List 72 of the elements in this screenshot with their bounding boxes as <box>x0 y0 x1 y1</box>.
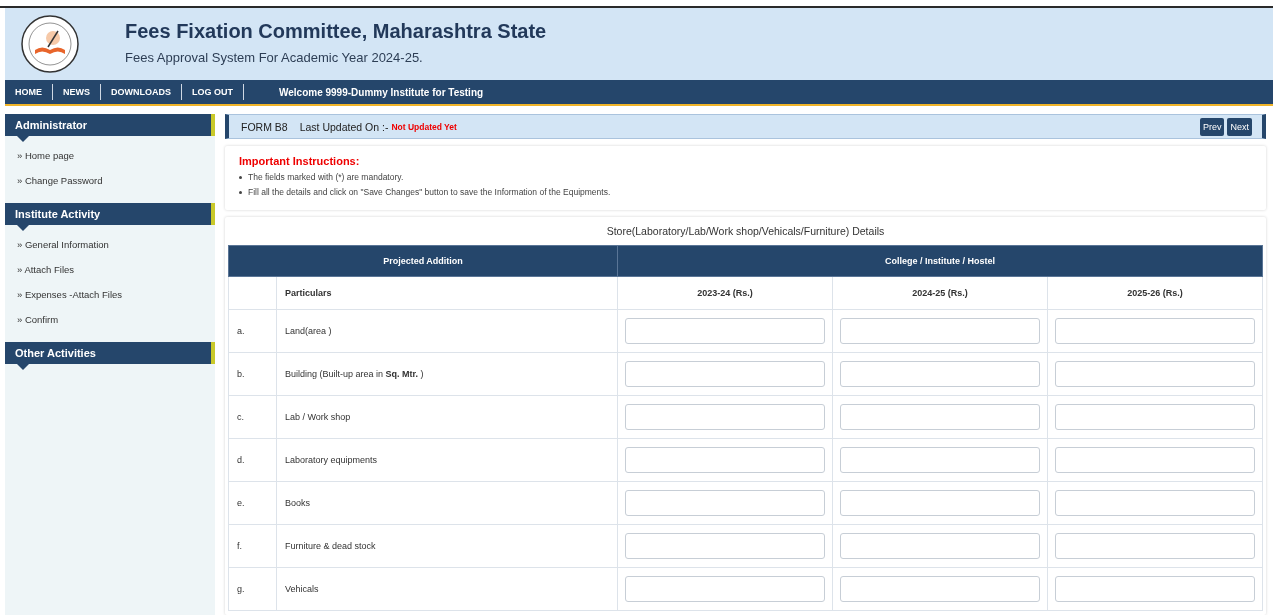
site-title: Fees Fixation Committee, Maharashtra State <box>125 19 547 43</box>
amount-input[interactable] <box>625 318 825 344</box>
table-cell: f. <box>228 524 277 568</box>
amount-input[interactable] <box>625 576 825 602</box>
amount-input[interactable] <box>625 533 825 559</box>
table-cell: Books <box>276 481 618 525</box>
sidebar-link[interactable]: » Home page <box>17 150 75 161</box>
instruction-text: Fill all the details and click on "Save Changes" button to save the Information of the Equipments. <box>248 186 611 199</box>
table-cell: Furniture & dead stock <box>276 524 618 568</box>
nav-link[interactable]: NEWS <box>53 84 101 100</box>
table-title: Store(Laboratory/Lab/Work shop/Vehicals/Furniture) Details <box>606 225 885 237</box>
sidebar-link[interactable]: » General Information <box>17 239 109 250</box>
amount-input[interactable] <box>1055 490 1255 516</box>
amount-input[interactable] <box>840 447 1040 473</box>
amount-input[interactable] <box>1055 447 1255 473</box>
table-cell: Lab / Work shop <box>276 395 618 439</box>
amount-input[interactable] <box>840 404 1040 430</box>
nav-link[interactable]: LOG OUT <box>182 84 244 100</box>
table-cell: d. <box>228 438 277 482</box>
amount-input[interactable] <box>840 576 1040 602</box>
last-updated-label: Last Updated On :- <box>299 120 389 133</box>
amount-input[interactable] <box>840 361 1040 387</box>
sidebar-link[interactable]: » Confirm <box>17 314 59 325</box>
form-code: FORM B8 <box>241 120 288 133</box>
next-button[interactable]: Prev <box>1199 117 1225 136</box>
table-cell: Vehicals <box>276 567 618 611</box>
amount-input[interactable] <box>1055 576 1255 602</box>
table-cell: c. <box>228 395 277 439</box>
sidebar-link[interactable]: » Attach Files <box>17 264 75 275</box>
table-cell: g. <box>228 567 277 611</box>
pointer-icon <box>17 225 29 231</box>
bullet-icon <box>239 176 242 179</box>
instructions-title: Important Instructions: <box>239 155 361 167</box>
table-cell: e. <box>228 481 277 525</box>
amount-input[interactable] <box>625 404 825 430</box>
table-cell: Land(area ) <box>276 309 618 353</box>
amount-input[interactable] <box>1055 318 1255 344</box>
pointer-icon <box>17 136 29 142</box>
last-updated-value: Not Updated Yet <box>391 121 457 132</box>
emblem-logo <box>20 14 80 74</box>
amount-input[interactable] <box>1055 533 1255 559</box>
sidebar-section-header: Administrator <box>5 114 215 136</box>
amount-input[interactable] <box>625 361 825 387</box>
sidebar-section-header: Other Activities <box>5 342 215 364</box>
table-header-cell: College / Institute / Hostel <box>617 245 1263 277</box>
column-header: Particulars <box>276 276 618 310</box>
table-cell: b. <box>228 352 277 396</box>
amount-input[interactable] <box>840 318 1040 344</box>
welcome-text: Welcome 9999-Dummy Institute for Testing <box>279 86 484 98</box>
table-cell: a. <box>228 309 277 353</box>
column-header: 2024-25 (Rs.) <box>832 276 1048 310</box>
instruction-text: The fields marked with (*) are mandatory. <box>248 171 404 184</box>
amount-input[interactable] <box>1055 361 1255 387</box>
amount-input[interactable] <box>1055 404 1255 430</box>
amount-input[interactable] <box>840 490 1040 516</box>
next-button[interactable]: Next <box>1227 117 1252 136</box>
table-header-cell: Projected Addition <box>228 245 618 277</box>
amount-input[interactable] <box>625 447 825 473</box>
column-header: 2025-26 (Rs.) <box>1047 276 1263 310</box>
pointer-icon <box>17 364 29 370</box>
column-header: 2023-24 (Rs.) <box>617 276 833 310</box>
sidebar-link[interactable]: » Expenses -Attach Files <box>17 289 123 300</box>
sidebar-section-header: Institute Activity <box>5 203 215 225</box>
amount-input[interactable] <box>840 533 1040 559</box>
nav-link[interactable]: HOME <box>5 84 53 100</box>
amount-input[interactable] <box>625 490 825 516</box>
nav-link[interactable]: DOWNLOADS <box>101 84 182 100</box>
site-subtitle: Fees Approval System For Academic Year 2024-25. <box>125 49 424 65</box>
table-cell: Building (Built-up area in Sq. Mtr. ) <box>276 352 618 396</box>
bullet-icon <box>239 191 242 194</box>
table-cell: Laboratory equipments <box>276 438 618 482</box>
sidebar-link[interactable]: » Change Password <box>17 175 103 186</box>
